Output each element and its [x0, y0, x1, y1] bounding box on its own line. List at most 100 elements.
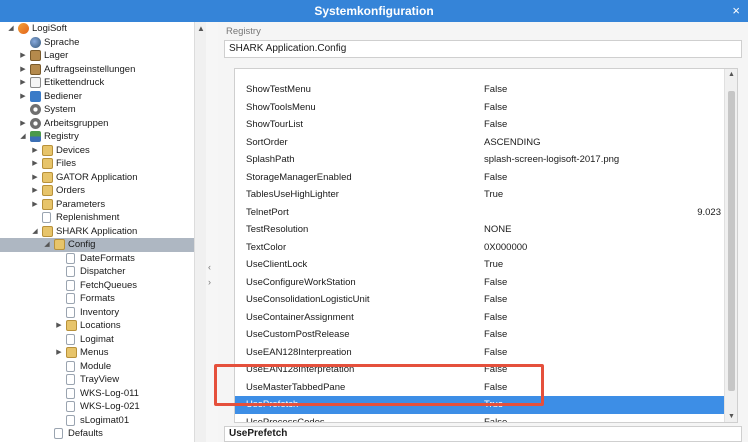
expand-arrow-icon[interactable]: ▶: [54, 319, 64, 333]
tree-item[interactable]: System: [0, 103, 194, 117]
property-value[interactable]: True: [484, 256, 503, 274]
expand-arrow-icon[interactable]: ▶: [18, 90, 28, 104]
property-value[interactable]: 0X000000: [484, 239, 527, 257]
property-row[interactable]: UseEAN128Interpretation False: [235, 361, 725, 379]
scrollbar-thumb[interactable]: [728, 91, 735, 391]
expand-arrow-icon[interactable]: ▶: [30, 198, 40, 212]
collapse-arrow-icon[interactable]: ◢: [18, 130, 28, 144]
panel-splitter[interactable]: ‹ ›: [206, 22, 218, 442]
tree-item[interactable]: Sprache: [0, 36, 194, 50]
tree-item[interactable]: sLogimat01: [0, 414, 194, 428]
expand-arrow-icon[interactable]: ▶: [18, 49, 28, 63]
grid-scrollbar[interactable]: ▲ ▼: [724, 69, 737, 422]
tree-item[interactable]: ▶ Etikettendruck: [0, 76, 194, 90]
folder-icon: [42, 171, 53, 183]
expand-arrow-icon[interactable]: ▶: [30, 184, 40, 198]
tree-item[interactable]: ▶ Menus: [0, 346, 194, 360]
property-row[interactable]: UseConfigureWorkStation False: [235, 274, 725, 292]
property-value[interactable]: False: [484, 344, 507, 362]
property-row[interactable]: ShowToolsMenu False: [235, 99, 725, 117]
tree-item[interactable]: ▶ Parameters: [0, 198, 194, 212]
property-value[interactable]: False: [484, 361, 507, 379]
tree-item[interactable]: ▶ Devices: [0, 144, 194, 158]
tree-item[interactable]: Replenishment: [0, 211, 194, 225]
tree-item[interactable]: ▶ GATOR Application: [0, 171, 194, 185]
tree-item[interactable]: ▶ Arbeitsgruppen: [0, 117, 194, 131]
tree-item[interactable]: WKS-Log-011: [0, 387, 194, 401]
property-row[interactable]: UseMasterTabbedPane False: [235, 379, 725, 397]
property-value[interactable]: False: [484, 274, 507, 292]
property-row[interactable]: StorageManagerEnabled False: [235, 169, 725, 187]
property-value[interactable]: False: [484, 169, 507, 187]
property-value[interactable]: 9.023: [697, 204, 721, 222]
collapse-arrow-icon[interactable]: ◢: [30, 225, 40, 239]
property-value[interactable]: False: [484, 116, 507, 134]
property-row[interactable]: TextColor 0X000000: [235, 239, 725, 257]
tree-item[interactable]: ▶ Locations: [0, 319, 194, 333]
tree-item-label: Bediener: [44, 90, 83, 102]
scroll-up-icon[interactable]: ▲: [725, 71, 737, 78]
expand-arrow-icon[interactable]: ▶: [18, 63, 28, 77]
property-grid[interactable]: UseServiceControlFalseUseProcessCodesFal…: [234, 68, 738, 423]
tree-item[interactable]: Inventory: [0, 306, 194, 320]
property-value[interactable]: True: [484, 186, 503, 204]
property-value[interactable]: ASCENDING: [484, 134, 540, 152]
tree-item[interactable]: ▶ Lager: [0, 49, 194, 63]
property-value[interactable]: NONE: [484, 221, 511, 239]
tree-item[interactable]: ▶ Bediener: [0, 90, 194, 104]
property-row[interactable]: UseClientLock True: [235, 256, 725, 274]
property-row[interactable]: UseConsolidationLogisticUnit False: [235, 291, 725, 309]
tree-item[interactable]: ◢ Registry: [0, 130, 194, 144]
property-value[interactable]: False: [484, 414, 507, 423]
tree-item[interactable]: ◢ SHARK Application: [0, 225, 194, 239]
tree-item[interactable]: ▶ Orders: [0, 184, 194, 198]
expand-arrow-icon[interactable]: ▶: [18, 117, 28, 131]
scroll-down-icon[interactable]: ▼: [725, 413, 737, 420]
tree-item[interactable]: ▶ Auftragseinstellungen: [0, 63, 194, 77]
property-row[interactable]: UsePrefetch True: [235, 396, 725, 414]
property-row[interactable]: TelnetPort 9.023: [235, 204, 725, 222]
expand-arrow-icon[interactable]: ▶: [54, 346, 64, 360]
property-row[interactable]: UseContainerAssignment False: [235, 309, 725, 327]
property-value[interactable]: False: [484, 291, 507, 309]
collapse-arrow-icon[interactable]: ◢: [42, 238, 52, 252]
tree-item[interactable]: ◢ LogiSoft: [0, 22, 194, 36]
property-value[interactable]: False: [484, 326, 507, 344]
tree-item[interactable]: Logimat: [0, 333, 194, 347]
property-value[interactable]: False: [484, 309, 507, 327]
property-row[interactable]: UseEAN128Interpreation False: [235, 344, 725, 362]
tree-item[interactable]: Module: [0, 360, 194, 374]
property-value[interactable]: False: [484, 99, 507, 117]
tree-item[interactable]: DateFormats: [0, 252, 194, 266]
tree-item[interactable]: FetchQueues: [0, 279, 194, 293]
property-row[interactable]: ShowTestMenu False: [235, 81, 725, 99]
expand-arrow-icon[interactable]: ▶: [30, 171, 40, 185]
expand-right-icon[interactable]: ›: [208, 277, 211, 287]
tree-item[interactable]: WKS-Log-021: [0, 400, 194, 414]
tree-item[interactable]: ▶ Files: [0, 157, 194, 171]
property-row[interactable]: SplashPath splash-screen-logisoft-2017.pn…: [235, 151, 725, 169]
tree-item[interactable]: ◢ Config: [0, 238, 194, 252]
registry-tree[interactable]: ◢ LogiSoft Sprache ▶ Lager ▶ Auftragseinstellu…: [0, 22, 194, 442]
property-value[interactable]: False: [484, 81, 507, 99]
property-value[interactable]: True: [484, 396, 503, 414]
tree-item[interactable]: Defaults: [0, 427, 194, 441]
property-row[interactable]: UseProcessCodes False: [235, 414, 725, 423]
property-row[interactable]: SortOrder ASCENDING: [235, 134, 725, 152]
close-icon[interactable]: ×: [732, 0, 740, 22]
property-row[interactable]: TablesUseHighLighter True: [235, 186, 725, 204]
collapse-left-icon[interactable]: ‹: [208, 262, 211, 272]
expand-arrow-icon[interactable]: ▶: [30, 157, 40, 171]
property-row[interactable]: TestResolution NONE: [235, 221, 725, 239]
property-row[interactable]: ShowTourList False: [235, 116, 725, 134]
collapse-arrow-icon[interactable]: ◢: [6, 22, 16, 36]
property-row[interactable]: UseCustomPostRelease False: [235, 326, 725, 344]
expand-arrow-icon[interactable]: ▶: [30, 144, 40, 158]
expand-arrow-icon[interactable]: ▶: [18, 76, 28, 90]
tree-item[interactable]: Formats: [0, 292, 194, 306]
tree-item[interactable]: Dispatcher: [0, 265, 194, 279]
property-value[interactable]: splash-screen-logisoft-2017.png: [484, 151, 619, 169]
tree-item[interactable]: TrayView: [0, 373, 194, 387]
tree-scrollbar[interactable]: ▲: [194, 22, 206, 442]
property-value[interactable]: False: [484, 379, 507, 397]
